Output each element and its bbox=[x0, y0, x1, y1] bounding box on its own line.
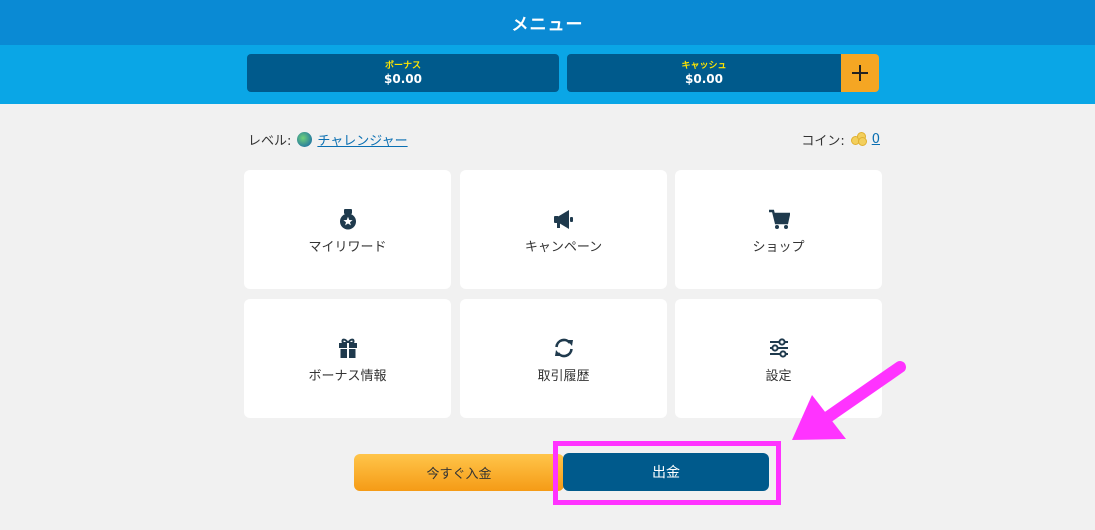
highlight-box bbox=[553, 441, 781, 505]
coin-label: コイン: bbox=[801, 133, 845, 149]
bonus-balance: ボーナス $0.00 bbox=[247, 54, 559, 92]
coin-link[interactable]: 0 bbox=[872, 132, 880, 147]
coin-icon bbox=[850, 132, 867, 146]
bonus-label: ボーナス bbox=[384, 60, 421, 71]
gift-icon bbox=[338, 338, 357, 358]
menu-item-transaction-history[interactable]: 取引履歴 bbox=[460, 299, 667, 418]
menu-item-label: ボーナス情報 bbox=[308, 369, 387, 384]
menu-item-shop[interactable]: ショップ bbox=[675, 170, 882, 289]
pointer-arrow-annotation bbox=[792, 361, 906, 440]
reward-medal-icon bbox=[339, 209, 356, 230]
menu-item-label: ショップ bbox=[752, 240, 805, 255]
level-link[interactable]: チャレンジャー bbox=[317, 130, 407, 149]
menu-item-label: 取引履歴 bbox=[537, 369, 590, 384]
level-label: レベル: bbox=[248, 133, 292, 149]
menu-page: メニュー ボーナス $0.00 キャッシュ $0.00 レベル: チャレンジャー… bbox=[0, 0, 1095, 530]
add-funds-button[interactable] bbox=[841, 54, 879, 92]
page-title: メニュー bbox=[0, 0, 1095, 45]
menu-item-label: キャンペーン bbox=[524, 240, 603, 255]
megaphone-icon bbox=[553, 210, 573, 229]
cash-label: キャッシュ bbox=[681, 60, 727, 71]
globe-icon bbox=[297, 131, 313, 147]
menu-item-my-rewards[interactable]: マイリワード bbox=[244, 170, 451, 289]
level-status: レベル: チャレンジャー bbox=[248, 129, 408, 149]
menu-item-bonus-info[interactable]: ボーナス情報 bbox=[244, 299, 451, 418]
bonus-value: $0.00 bbox=[384, 71, 422, 86]
menu-item-label: マイリワード bbox=[308, 240, 387, 255]
plus-icon bbox=[852, 65, 868, 81]
coin-status: コイン: 0 bbox=[801, 129, 880, 149]
menu-item-campaign[interactable]: キャンペーン bbox=[460, 170, 667, 289]
deposit-button[interactable]: 今すぐ入金 bbox=[354, 454, 564, 491]
cash-value: $0.00 bbox=[685, 71, 723, 86]
shopping-cart-icon bbox=[768, 209, 790, 229]
cash-balance: キャッシュ $0.00 bbox=[567, 54, 841, 92]
balance-bar: ボーナス $0.00 キャッシュ $0.00 bbox=[0, 45, 1095, 104]
sync-arrows-icon bbox=[554, 338, 573, 358]
